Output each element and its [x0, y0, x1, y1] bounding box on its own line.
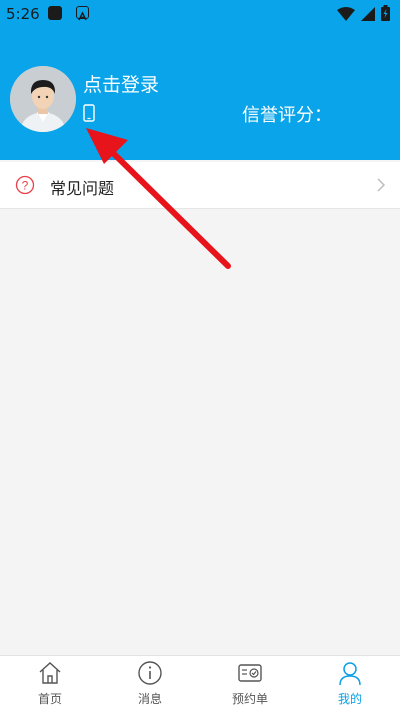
bottom-tab-bar: 首页 消息 预约单 我的: [0, 655, 400, 711]
tab-messages-label: 消息: [137, 692, 162, 706]
wifi-icon: [337, 6, 355, 25]
avatar[interactable]: [10, 66, 76, 132]
tab-bookings-label: 预约单: [231, 692, 268, 706]
tab-home[interactable]: 首页: [0, 656, 100, 711]
status-time: 5:26: [6, 5, 40, 23]
battery-icon: [381, 5, 390, 25]
ticket-icon: [238, 664, 262, 682]
person-icon: [339, 662, 361, 686]
svg-text:?: ?: [22, 179, 29, 193]
tab-bookings[interactable]: 预约单: [200, 656, 300, 711]
notification-a-icon: [76, 6, 89, 21]
notification-app-icon: [48, 6, 62, 20]
status-bar: 5:26: [0, 0, 400, 28]
tab-messages[interactable]: 消息: [100, 656, 200, 711]
faq-label: 常见问题: [50, 179, 115, 198]
chevron-right-icon: [376, 177, 386, 197]
tab-mine[interactable]: 我的: [300, 656, 400, 711]
signal-icon: [361, 6, 375, 25]
tab-home-label: 首页: [37, 692, 62, 706]
info-icon: [138, 661, 162, 685]
profile-header: 点击登录 信誉评分：: [0, 28, 400, 160]
faq-menu-item[interactable]: ? 常见问题: [0, 162, 400, 209]
credit-score-label: 信誉评分：: [242, 105, 332, 126]
home-icon: [39, 662, 61, 684]
question-icon: ?: [15, 175, 35, 199]
phone-icon: [83, 104, 95, 126]
content-area: [0, 209, 400, 655]
login-prompt[interactable]: 点击登录: [83, 70, 159, 97]
tab-mine-label: 我的: [337, 692, 362, 706]
